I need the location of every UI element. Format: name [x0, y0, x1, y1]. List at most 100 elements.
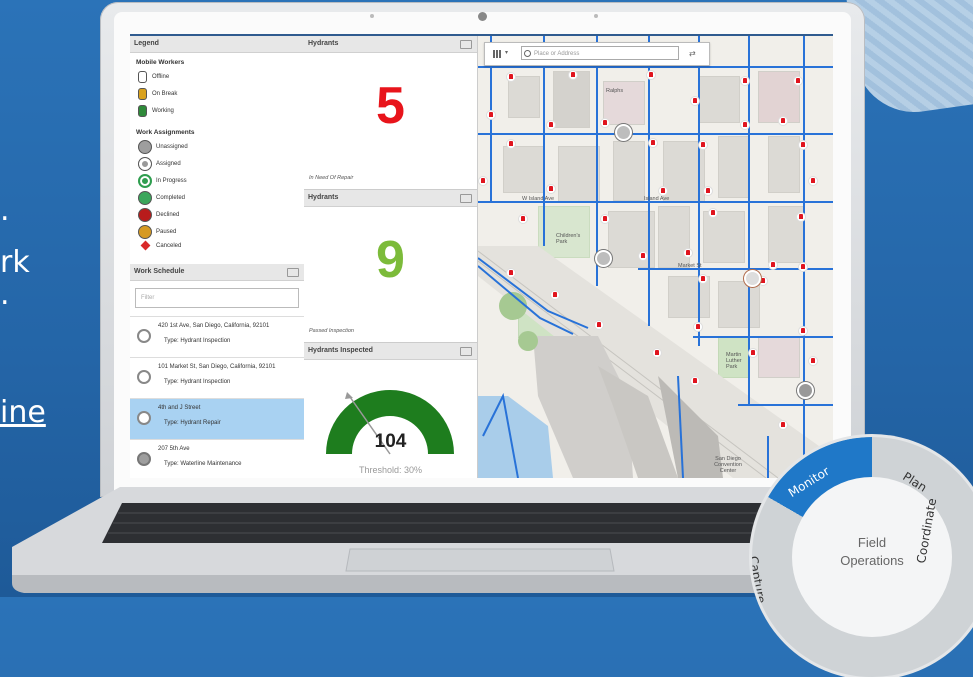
hydrant-marker[interactable] [778, 116, 788, 126]
paused-circle-icon [138, 224, 152, 239]
hydrant-marker[interactable] [550, 290, 560, 300]
hydrant-marker[interactable] [652, 348, 662, 358]
worker-offline-icon [138, 70, 147, 83]
schedule-address: 207 5th Ave [158, 446, 190, 452]
work-assignment-pin[interactable] [595, 250, 612, 267]
hydrant-marker[interactable] [690, 376, 700, 386]
work-schedule-header: Work Schedule [130, 264, 304, 281]
hydrant-marker[interactable] [518, 214, 528, 224]
hydrant-marker[interactable] [698, 140, 708, 150]
search-input[interactable]: Place or Address [521, 46, 679, 60]
chevron-down-icon[interactable]: ▾ [505, 49, 508, 56]
work-schedule-body: Filter 420 1st Ave, San Diego, Californi… [130, 281, 304, 478]
hydrant-marker[interactable] [808, 176, 818, 186]
hydrant-marker[interactable] [808, 356, 818, 366]
gauge-chart [326, 390, 454, 455]
wheel-center-line1: Field [857, 535, 887, 550]
hydrant-marker[interactable] [793, 76, 803, 86]
legend-label: Completed [156, 194, 186, 201]
schedule-address: 4th and J Street [158, 405, 201, 411]
legend-assignment: Completed [138, 189, 304, 206]
legend-label: On Break [152, 90, 178, 97]
hydrant-marker[interactable] [798, 262, 808, 272]
hydrant-marker[interactable] [698, 274, 708, 284]
map-view[interactable]: Ralphs W Island Ave Island Ave Children'… [478, 36, 833, 478]
work-assignments-heading: Work Assignments [136, 129, 195, 136]
legend-assignment: In Progress [138, 172, 304, 189]
schedule-type: Type: Hydrant Inspection [164, 338, 231, 344]
expand-icon[interactable] [460, 347, 472, 356]
legend-worker-offline: Offline [138, 68, 304, 85]
bezel-dot [594, 14, 598, 18]
expand-icon[interactable] [460, 40, 472, 49]
hydrant-marker[interactable] [600, 214, 610, 224]
in-progress-circle-icon [138, 173, 152, 188]
hydrant-marker[interactable] [568, 70, 578, 80]
filter-input[interactable]: Filter [135, 288, 299, 308]
hydrant-marker[interactable] [708, 208, 718, 218]
expand-icon[interactable] [287, 268, 299, 277]
assigned-status-icon [137, 411, 151, 425]
legend-header: Legend [130, 36, 304, 53]
indicators-column: Hydrants 5 In Need Of Repair Hydrants 9 … [304, 36, 478, 478]
hydrant-marker[interactable] [768, 260, 778, 270]
hydrant-marker[interactable] [486, 110, 496, 120]
indicator-title: Hydrants [308, 194, 339, 201]
legend-assignment: Declined [138, 206, 304, 223]
hydrant-marker[interactable] [740, 76, 750, 86]
work-assignment-pin[interactable] [744, 270, 761, 287]
indicator-caption: In Need Of Repair [309, 175, 354, 181]
laptop-keyboard-base [12, 487, 858, 593]
hydrant-marker[interactable] [658, 186, 668, 196]
legend-label: Assigned [156, 160, 181, 167]
map-label: Island Ave [644, 196, 670, 202]
hydrant-marker[interactable] [546, 184, 556, 194]
hydrant-marker[interactable] [506, 72, 516, 82]
bezel-dot [370, 14, 374, 18]
hydrant-marker[interactable] [778, 420, 788, 430]
indicator-title: Hydrants [308, 40, 339, 47]
indicator-header: Hydrants [304, 190, 477, 207]
schedule-item[interactable]: 207 5th Ave Type: Waterline Maintenance [130, 440, 304, 478]
wheel-center-line2: Operations [840, 553, 904, 568]
hydrant-marker[interactable] [683, 248, 693, 258]
legend-label: Canceled [156, 242, 182, 249]
gauge-value: 104 [374, 431, 407, 452]
unassigned-circle-icon [138, 139, 152, 154]
schedule-item-selected[interactable]: 4th and J Street Type: Hydrant Repair [130, 399, 304, 440]
hydrant-marker[interactable] [798, 140, 808, 150]
hydrant-marker[interactable] [506, 268, 516, 278]
schedule-item[interactable]: 420 1st Ave, San Diego, California, 9210… [130, 317, 304, 358]
hydrant-marker[interactable] [693, 322, 703, 332]
hydrant-marker[interactable] [740, 120, 750, 130]
legend-title: Legend [134, 40, 159, 47]
expand-icon[interactable] [460, 194, 472, 203]
background-link-text[interactable]: ine [0, 398, 46, 428]
hydrant-marker[interactable] [798, 326, 808, 336]
work-assignment-pin[interactable] [797, 382, 814, 399]
mobile-workers-heading: Mobile Workers [136, 59, 185, 66]
hydrant-marker[interactable] [546, 120, 556, 130]
hydrant-marker[interactable] [600, 118, 610, 128]
hydrant-marker[interactable] [703, 186, 713, 196]
legend-worker-onbreak: On Break [138, 85, 304, 102]
legend-assignment: Unassigned [138, 138, 304, 155]
hydrant-marker[interactable] [796, 212, 806, 222]
layers-icon[interactable]: ⇄ [689, 49, 696, 58]
hydrant-marker[interactable] [646, 70, 656, 80]
map-label: San Diego Convention Center [714, 456, 742, 474]
hydrant-marker[interactable] [648, 138, 658, 148]
legend-label: Unassigned [156, 143, 188, 150]
hydrant-marker[interactable] [506, 139, 516, 149]
search-icon [524, 50, 531, 57]
hydrant-marker[interactable] [690, 96, 700, 106]
map-label: Ralphs [606, 88, 624, 94]
map-search-widget: ▾ Place or Address ⇄ [484, 42, 710, 66]
hydrant-marker[interactable] [638, 251, 648, 261]
map-diagonal-street [478, 257, 769, 478]
schedule-item[interactable]: 101 Market St, San Diego, California, 92… [130, 358, 304, 399]
work-assignment-pin[interactable] [615, 124, 632, 141]
basemap-grid-icon[interactable] [493, 50, 501, 58]
hydrant-marker[interactable] [478, 176, 488, 186]
hydrant-marker[interactable] [594, 320, 604, 330]
